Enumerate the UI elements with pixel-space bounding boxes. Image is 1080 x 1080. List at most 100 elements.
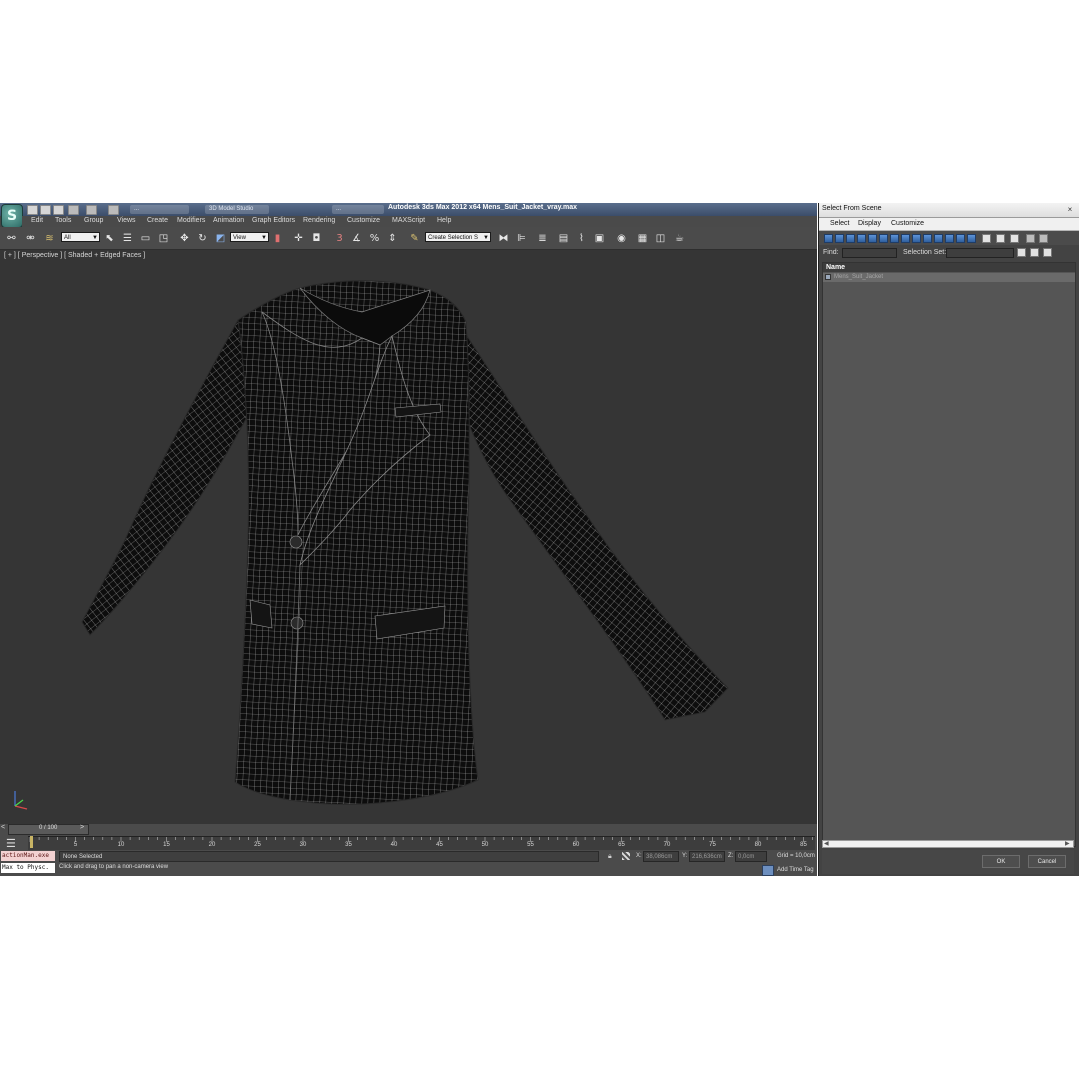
cancel-button[interactable]: Cancel [1028, 855, 1066, 868]
column-header-name[interactable]: Name [823, 263, 1075, 272]
spinner-snap-icon[interactable]: ⇕ [386, 232, 399, 245]
maxscript-listener-input[interactable]: Max to Physc. [1, 863, 55, 873]
perspective-viewport[interactable]: [ + ] [ Perspective ] [ Shaded + Edged F… [0, 250, 817, 824]
angle-snap-icon[interactable]: ∡ [350, 232, 363, 245]
filter-shapes-icon[interactable] [835, 234, 844, 243]
menu-modifiers[interactable]: Modifiers [177, 217, 205, 224]
filter-frozen-icon[interactable] [934, 234, 943, 243]
menu-edit[interactable]: Edit [31, 217, 43, 224]
filter-bones-icon[interactable] [912, 234, 921, 243]
display-children-icon[interactable] [982, 234, 991, 243]
filter-hidden-icon[interactable] [945, 234, 954, 243]
time-tag-icon[interactable] [762, 865, 774, 876]
filter-none-icon[interactable] [967, 234, 976, 243]
layer-manager-icon[interactable]: ≣ [536, 232, 549, 245]
maxscript-listener-output[interactable]: actionMan.exe [1, 851, 55, 861]
filter-groups-icon[interactable] [890, 234, 899, 243]
scroll-right-icon[interactable]: ▶ [1065, 840, 1070, 847]
select-object-icon[interactable]: ⬉ [103, 232, 116, 245]
open-file-icon[interactable] [40, 205, 51, 215]
render-production-icon[interactable]: ☕ [673, 232, 686, 245]
select-invert-icon[interactable] [1043, 248, 1052, 257]
object-list[interactable]: Name Mens_Suit_Jacket [822, 262, 1076, 847]
mini-curve-editor-icon[interactable]: ☰ [6, 837, 16, 850]
select-and-move-icon[interactable]: ✥ [178, 232, 191, 245]
next-frame-icon[interactable]: > [80, 824, 84, 831]
close-icon[interactable]: × [1065, 205, 1075, 214]
project-folder-icon[interactable] [108, 205, 119, 215]
redo-icon[interactable] [86, 205, 97, 215]
select-and-manipulate-icon[interactable]: ✛ [292, 232, 305, 245]
render-setup-icon[interactable]: ▦ [636, 232, 649, 245]
menu-maxscript[interactable]: MAXScript [392, 217, 425, 224]
material-editor-icon[interactable]: ◉ [615, 232, 628, 245]
list-item[interactable]: Mens_Suit_Jacket [823, 273, 1075, 282]
menu-graph-editors[interactable]: Graph Editors [252, 217, 295, 224]
menu-create[interactable]: Create [147, 217, 168, 224]
previous-frame-icon[interactable]: < [1, 824, 5, 831]
filter-settings-icon[interactable] [1039, 234, 1048, 243]
z-coordinate-field[interactable]: 0,0cm [735, 851, 767, 862]
schematic-view-icon[interactable]: ▣ [593, 232, 606, 245]
y-coordinate-field[interactable]: 216,636cm [689, 851, 725, 862]
filter-cameras-icon[interactable] [857, 234, 866, 243]
rendered-frame-window-icon[interactable]: ◫ [654, 232, 667, 245]
reference-coordinate-dropdown[interactable]: View ▼ [230, 232, 269, 242]
filter-lights-icon[interactable] [846, 234, 855, 243]
percent-snap-icon[interactable]: % [368, 232, 381, 245]
save-file-icon[interactable] [53, 205, 64, 215]
selection-filter-dropdown[interactable]: All ▼ [61, 232, 100, 242]
filter-xrefs-icon[interactable] [901, 234, 910, 243]
filter-geometry-icon[interactable] [824, 234, 833, 243]
new-file-icon[interactable] [27, 205, 38, 215]
select-and-rotate-icon[interactable]: ↻ [196, 232, 209, 245]
rectangular-selection-icon[interactable]: ▭ [139, 232, 152, 245]
current-frame-marker[interactable] [30, 836, 33, 848]
unlink-icon[interactable]: ⚮ [24, 232, 37, 245]
app-logo-button[interactable]: S [1, 204, 23, 228]
snaps-toggle-icon[interactable]: 3 [333, 232, 346, 245]
window-crossing-icon[interactable]: ◳ [157, 232, 170, 245]
select-by-name-icon[interactable]: ☰ [121, 232, 134, 245]
menu-group[interactable]: Group [84, 217, 103, 224]
select-and-scale-icon[interactable]: ◩ [214, 232, 227, 245]
bind-space-warp-icon[interactable]: ≋ [43, 232, 56, 245]
display-dependents-icon[interactable] [1010, 234, 1019, 243]
menu-animation[interactable]: Animation [213, 217, 244, 224]
find-input[interactable] [842, 248, 897, 258]
filter-containers-icon[interactable] [923, 234, 932, 243]
select-none-icon[interactable] [1030, 248, 1039, 257]
filter-helpers-icon[interactable] [868, 234, 877, 243]
x-coordinate-field[interactable]: 38,086cm [643, 851, 679, 862]
track-bar[interactable]: 5 10 15 20 25 30 35 40 45 50 55 60 65 70 75 80 85 [28, 836, 815, 850]
ok-button[interactable]: OK [982, 855, 1020, 868]
edit-named-selection-icon[interactable]: ✎ [408, 232, 421, 245]
menu-views[interactable]: Views [117, 217, 136, 224]
jacket-wireframe-mesh[interactable] [0, 250, 817, 824]
horizontal-scrollbar[interactable]: ◀ ▶ [822, 840, 1074, 848]
filter-space-warps-icon[interactable] [879, 234, 888, 243]
named-selection-dropdown[interactable]: Create Selection S ▼ [425, 232, 491, 242]
dialog-menu-display[interactable]: Display [858, 220, 881, 227]
menu-help[interactable]: Help [437, 217, 451, 224]
time-slider[interactable]: 0 / 100 [8, 824, 89, 835]
dialog-menu-select[interactable]: Select [830, 220, 849, 227]
curve-editor-icon[interactable]: ⌇ [575, 232, 588, 245]
select-and-link-icon[interactable]: ⚯ [5, 232, 18, 245]
selection-set-dropdown[interactable] [946, 248, 1014, 258]
menu-customize[interactable]: Customize [347, 217, 380, 224]
undo-icon[interactable] [68, 205, 79, 215]
scroll-left-icon[interactable]: ◀ [824, 840, 829, 847]
menu-rendering[interactable]: Rendering [303, 217, 335, 224]
menu-tools[interactable]: Tools [55, 217, 71, 224]
filter-all-icon[interactable] [956, 234, 965, 243]
add-time-tag-button[interactable]: Add Time Tag [777, 867, 814, 873]
absolute-mode-icon[interactable] [622, 852, 630, 860]
display-influences-icon[interactable] [996, 234, 1005, 243]
filter-funnel-icon[interactable] [1026, 234, 1035, 243]
align-icon[interactable]: ⊫ [515, 232, 528, 245]
dialog-menu-customize[interactable]: Customize [891, 220, 924, 227]
selection-lock-icon[interactable]: 🔒︎ [608, 853, 612, 861]
select-all-icon[interactable] [1017, 248, 1026, 257]
graphite-modeling-icon[interactable]: ▤ [557, 232, 570, 245]
